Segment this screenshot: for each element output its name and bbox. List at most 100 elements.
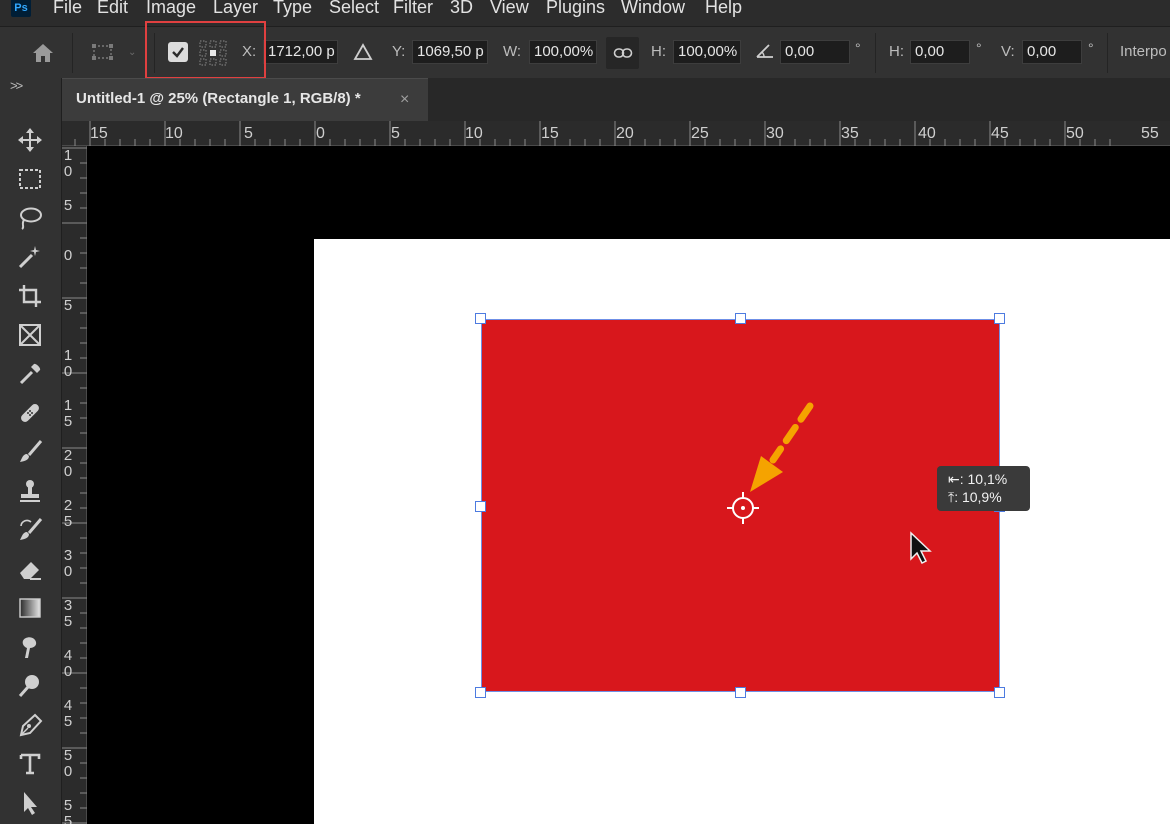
menu-select[interactable]: Select (329, 0, 379, 18)
ruler-label: 35 (841, 125, 859, 142)
annotation-arrow-icon (745, 400, 820, 500)
magic-wand-tool-icon[interactable] (12, 241, 48, 273)
marquee-tool-icon[interactable] (12, 163, 48, 195)
rotation-field[interactable]: 0,00 (780, 40, 850, 64)
ruler-label: 10 (465, 125, 483, 142)
ruler-label: 4 0 (63, 647, 73, 680)
transform-handle-bottom-right[interactable] (994, 687, 1005, 698)
photoshop-logo: Ps (11, 0, 31, 17)
ruler-label: 5 5 (63, 797, 73, 824)
transform-preset-icon[interactable] (90, 41, 116, 63)
move-tool-icon[interactable] (12, 124, 48, 156)
menu-view[interactable]: View (490, 0, 529, 18)
height-field[interactable]: 100,00% (673, 40, 741, 64)
document-tab-title: Untitled-1 @ 25% (Rectangle 1, RGB/8) * (76, 90, 361, 107)
document-tab-bar: Untitled-1 @ 25% (Rectangle 1, RGB/8) * … (62, 78, 1170, 121)
transform-handle-bottom-left[interactable] (475, 687, 486, 698)
skew-h-label: H: (889, 43, 904, 60)
crop-tool-icon[interactable] (12, 280, 48, 312)
ruler-label: 5 (391, 125, 400, 142)
ruler-label: 1 0 (63, 347, 73, 380)
ruler-label: 3 5 (63, 597, 73, 630)
skew-horizontal-field[interactable]: 0,00 (910, 40, 970, 64)
separator (875, 33, 876, 73)
tooltip-line-y: ⤒: 10,9% (948, 489, 1002, 505)
relative-position-icon[interactable] (352, 42, 374, 62)
tooltip-line-x: ⇤: 10,1% (948, 471, 1008, 487)
ruler-label: 15 (90, 125, 108, 142)
transform-info-tooltip: ⇤: 10,1% ⤒: 10,9% (937, 466, 1030, 511)
close-icon[interactable]: × (400, 91, 409, 109)
brush-tool-icon[interactable] (12, 436, 48, 468)
x-position-field[interactable]: 1712,00 p (263, 40, 338, 64)
document-tab[interactable]: Untitled-1 @ 25% (Rectangle 1, RGB/8) * … (62, 78, 428, 121)
ruler-label: 4 5 (63, 697, 73, 730)
link-icon[interactable] (606, 37, 639, 69)
skew-v-label: V: (1001, 43, 1015, 60)
ruler-label: 55 (1141, 125, 1159, 142)
tools-panel: >> (0, 78, 62, 824)
ruler-label: 2 0 (63, 447, 73, 480)
eraser-tool-icon[interactable] (12, 553, 48, 585)
ruler-label: 2 5 (63, 497, 73, 530)
separator (1107, 33, 1108, 73)
menu-plugins[interactable]: Plugins (546, 0, 605, 18)
transform-handle-bottom[interactable] (735, 687, 746, 698)
rotate-angle-icon (754, 41, 776, 61)
collapse-panel-icon[interactable]: >> (10, 78, 23, 93)
menu-help[interactable]: Help (705, 0, 742, 18)
menu-type[interactable]: Type (273, 0, 312, 18)
type-tool-icon[interactable] (12, 748, 48, 780)
y-position-field[interactable]: 1069,50 p (412, 40, 488, 64)
ruler-label: 30 (766, 125, 784, 142)
ruler-label: 50 (1066, 125, 1084, 142)
lasso-tool-icon[interactable] (12, 202, 48, 234)
vertical-ruler[interactable]: 1 0 5 0 5 1 0 1 5 2 0 2 5 3 0 3 5 4 0 4 5 5 0 5 5 (62, 146, 87, 824)
healing-brush-tool-icon[interactable] (12, 397, 48, 429)
ruler-label: 3 0 (63, 547, 73, 580)
ruler-label: 25 (691, 125, 709, 142)
history-brush-tool-icon[interactable] (12, 514, 48, 546)
ruler-label: 0 (316, 125, 325, 142)
pen-tool-icon[interactable] (12, 709, 48, 741)
menu-window[interactable]: Window (621, 0, 685, 18)
ruler-label: 5 (244, 125, 253, 142)
home-icon[interactable] (29, 40, 57, 66)
menu-file[interactable]: File (53, 0, 82, 18)
horizontal-ruler[interactable]: 15 10 5 0 5 10 15 20 25 30 35 40 45 50 5… (62, 121, 1170, 146)
ruler-label: 15 (541, 125, 559, 142)
transform-handle-top-right[interactable] (994, 313, 1005, 324)
interpolation-label[interactable]: Interpo (1120, 43, 1167, 60)
transform-handle-top-left[interactable] (475, 313, 486, 324)
frame-tool-icon[interactable] (12, 319, 48, 351)
menu-edit[interactable]: Edit (97, 0, 128, 18)
mouse-cursor-icon (909, 531, 935, 565)
y-label: Y: (392, 43, 406, 60)
ruler-label: 0 (63, 247, 73, 264)
dodge-tool-icon[interactable] (12, 670, 48, 702)
degree-unit: ° (855, 40, 861, 56)
ruler-label: 5 (63, 197, 73, 214)
menu-3d[interactable]: 3D (450, 0, 473, 18)
menu-layer[interactable]: Layer (213, 0, 258, 18)
path-selection-tool-icon[interactable] (12, 787, 48, 819)
ruler-label: 5 0 (63, 747, 73, 780)
clone-stamp-tool-icon[interactable] (12, 475, 48, 507)
smudge-tool-icon[interactable] (12, 631, 48, 663)
skew-vertical-field[interactable]: 0,00 (1022, 40, 1082, 64)
transform-handle-top[interactable] (735, 313, 746, 324)
menu-filter[interactable]: Filter (393, 0, 433, 18)
menu-image[interactable]: Image (146, 0, 196, 18)
gradient-tool-icon[interactable] (12, 592, 48, 624)
degree-unit: ° (1088, 40, 1094, 56)
highlight-box (145, 21, 266, 79)
height-label: H: (651, 43, 666, 60)
ruler-label: 40 (918, 125, 936, 142)
ruler-label: 5 (63, 297, 73, 314)
eyedropper-tool-icon[interactable] (12, 358, 48, 390)
ruler-label: 45 (991, 125, 1009, 142)
width-field[interactable]: 100,00% (529, 40, 597, 64)
ruler-label: 20 (616, 125, 634, 142)
chevron-down-icon[interactable]: ⌄ (128, 47, 136, 58)
transform-handle-left[interactable] (475, 501, 486, 512)
